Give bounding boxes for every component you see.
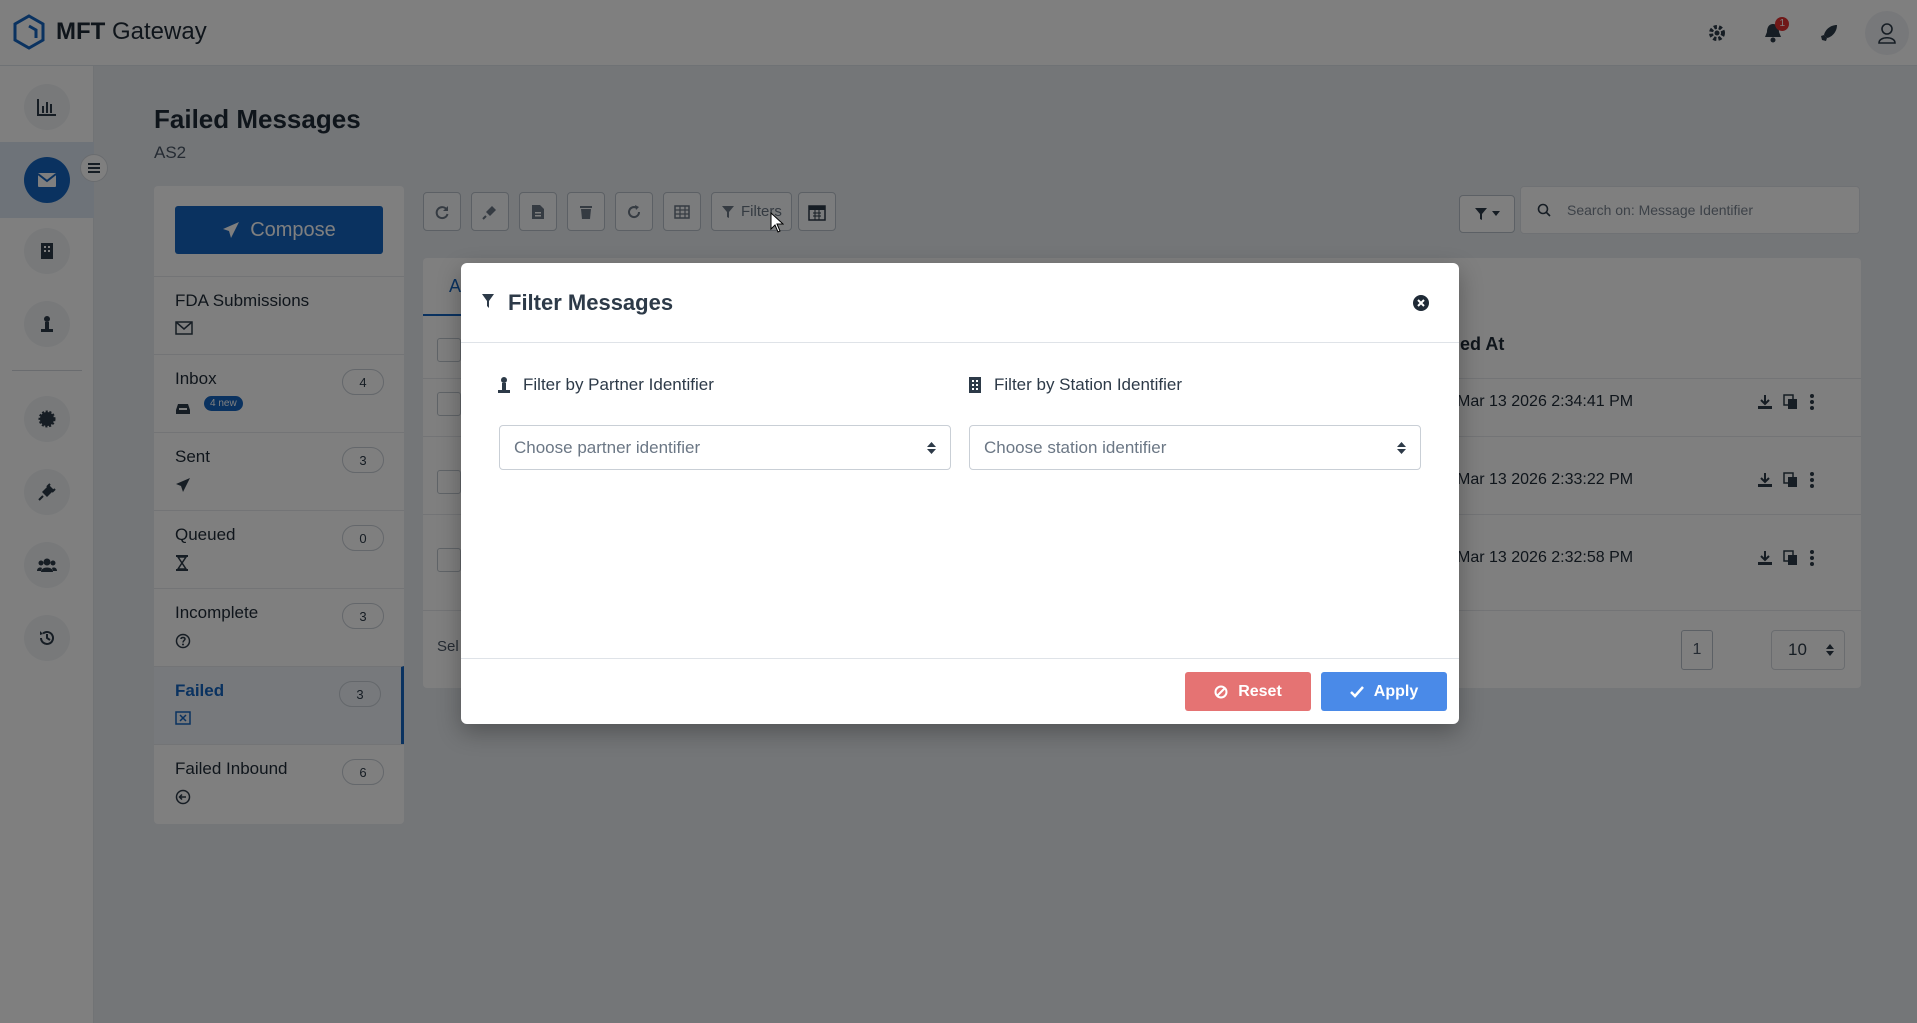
modal-footer-divider [461,658,1459,659]
ban-icon [1214,685,1228,698]
filter-messages-modal: Filter Messages Filter by Partner Identi… [461,263,1459,724]
filter-icon [482,294,494,308]
station-identifier-select[interactable]: Choose station identifier [969,425,1421,470]
partner-icon [498,377,510,393]
station-filter-label: Filter by Station Identifier [968,375,1182,395]
close-icon[interactable] [1412,294,1430,312]
sort-caret-icon [1397,441,1406,454]
partner-identifier-select[interactable]: Choose partner identifier [499,425,951,470]
mouse-cursor-icon [770,212,784,233]
check-icon [1349,685,1364,698]
apply-button[interactable]: Apply [1321,672,1447,711]
partner-filter-label: Filter by Partner Identifier [497,375,714,395]
building-icon [969,377,981,393]
modal-header: Filter Messages [461,263,1459,343]
sort-caret-icon [927,441,936,454]
modal-title: Filter Messages [508,290,674,315]
reset-button[interactable]: Reset [1185,672,1311,711]
